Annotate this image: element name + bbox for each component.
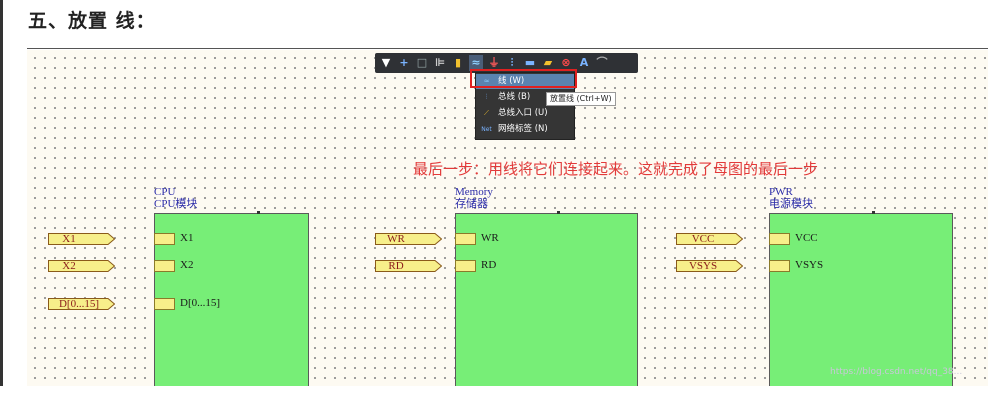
part-icon[interactable]: ▮ (451, 55, 465, 71)
sheet-handle (257, 211, 260, 214)
sheet-designator-memory: Memory (455, 186, 493, 198)
port-x1[interactable]: X1 (48, 233, 115, 245)
sheet-designator-cpu: CPU (154, 186, 176, 198)
port-vcc[interactable]: VCC (676, 233, 743, 245)
plus-icon[interactable]: + (397, 55, 411, 71)
port-rd[interactable]: RD (375, 260, 442, 272)
arc-icon[interactable]: ⌒ (595, 55, 609, 71)
align-icon[interactable]: ⊫ (433, 55, 447, 71)
sheet-filename-cpu: CPU模块 (154, 198, 198, 210)
port-vsys[interactable]: VSYS (676, 260, 743, 272)
sheet-symbol-cpu[interactable] (154, 213, 309, 386)
net-label-icon: Net (481, 126, 492, 133)
sheet-handle (872, 211, 875, 214)
sheet-filename-pwr: 电源模块 (769, 198, 813, 210)
bus-icon: ⫶ (485, 93, 488, 101)
text-icon[interactable]: A (577, 55, 591, 71)
annotation-note: 最后一步：用线将它们连接起来。这就完成了母图的最后一步 (413, 160, 819, 178)
menu-item-bus-entry[interactable]: ⟋ 总线入口 (U) (476, 106, 574, 121)
watermark: https://blog.csdn.net/qq_38... (830, 367, 963, 377)
filter-icon[interactable]: ▼ (379, 55, 393, 71)
port-wr[interactable]: WR (375, 233, 442, 245)
rectangle-icon[interactable]: □ (415, 55, 429, 71)
schematic-canvas[interactable]: ▼ + □ ⊫ ▮ ≈ ⏚ ⫶ ▬ ▰ ⊗ A ⌒ ≈ 线 (W) ⫶ 总线 (… (27, 50, 988, 386)
heading-separator (27, 48, 988, 49)
left-margin-rule (0, 0, 3, 407)
sheet-filename-memory: 存储器 (455, 198, 488, 210)
menu-item-net-label[interactable]: Net 网络标签 (N) (476, 122, 574, 137)
menu-highlight-box (470, 69, 577, 88)
bus-entry-icon: ⟋ (484, 109, 489, 117)
port-d[interactable]: D[0...15] (48, 298, 115, 310)
tooltip: 放置线 (Ctrl+W) (546, 92, 616, 106)
sheet-handle (557, 211, 560, 214)
port-x2[interactable]: X2 (48, 260, 115, 272)
page-bottom (0, 386, 997, 407)
section-heading: 五、放置 线： (28, 10, 156, 32)
sheet-designator-pwr: PWR (769, 186, 793, 198)
